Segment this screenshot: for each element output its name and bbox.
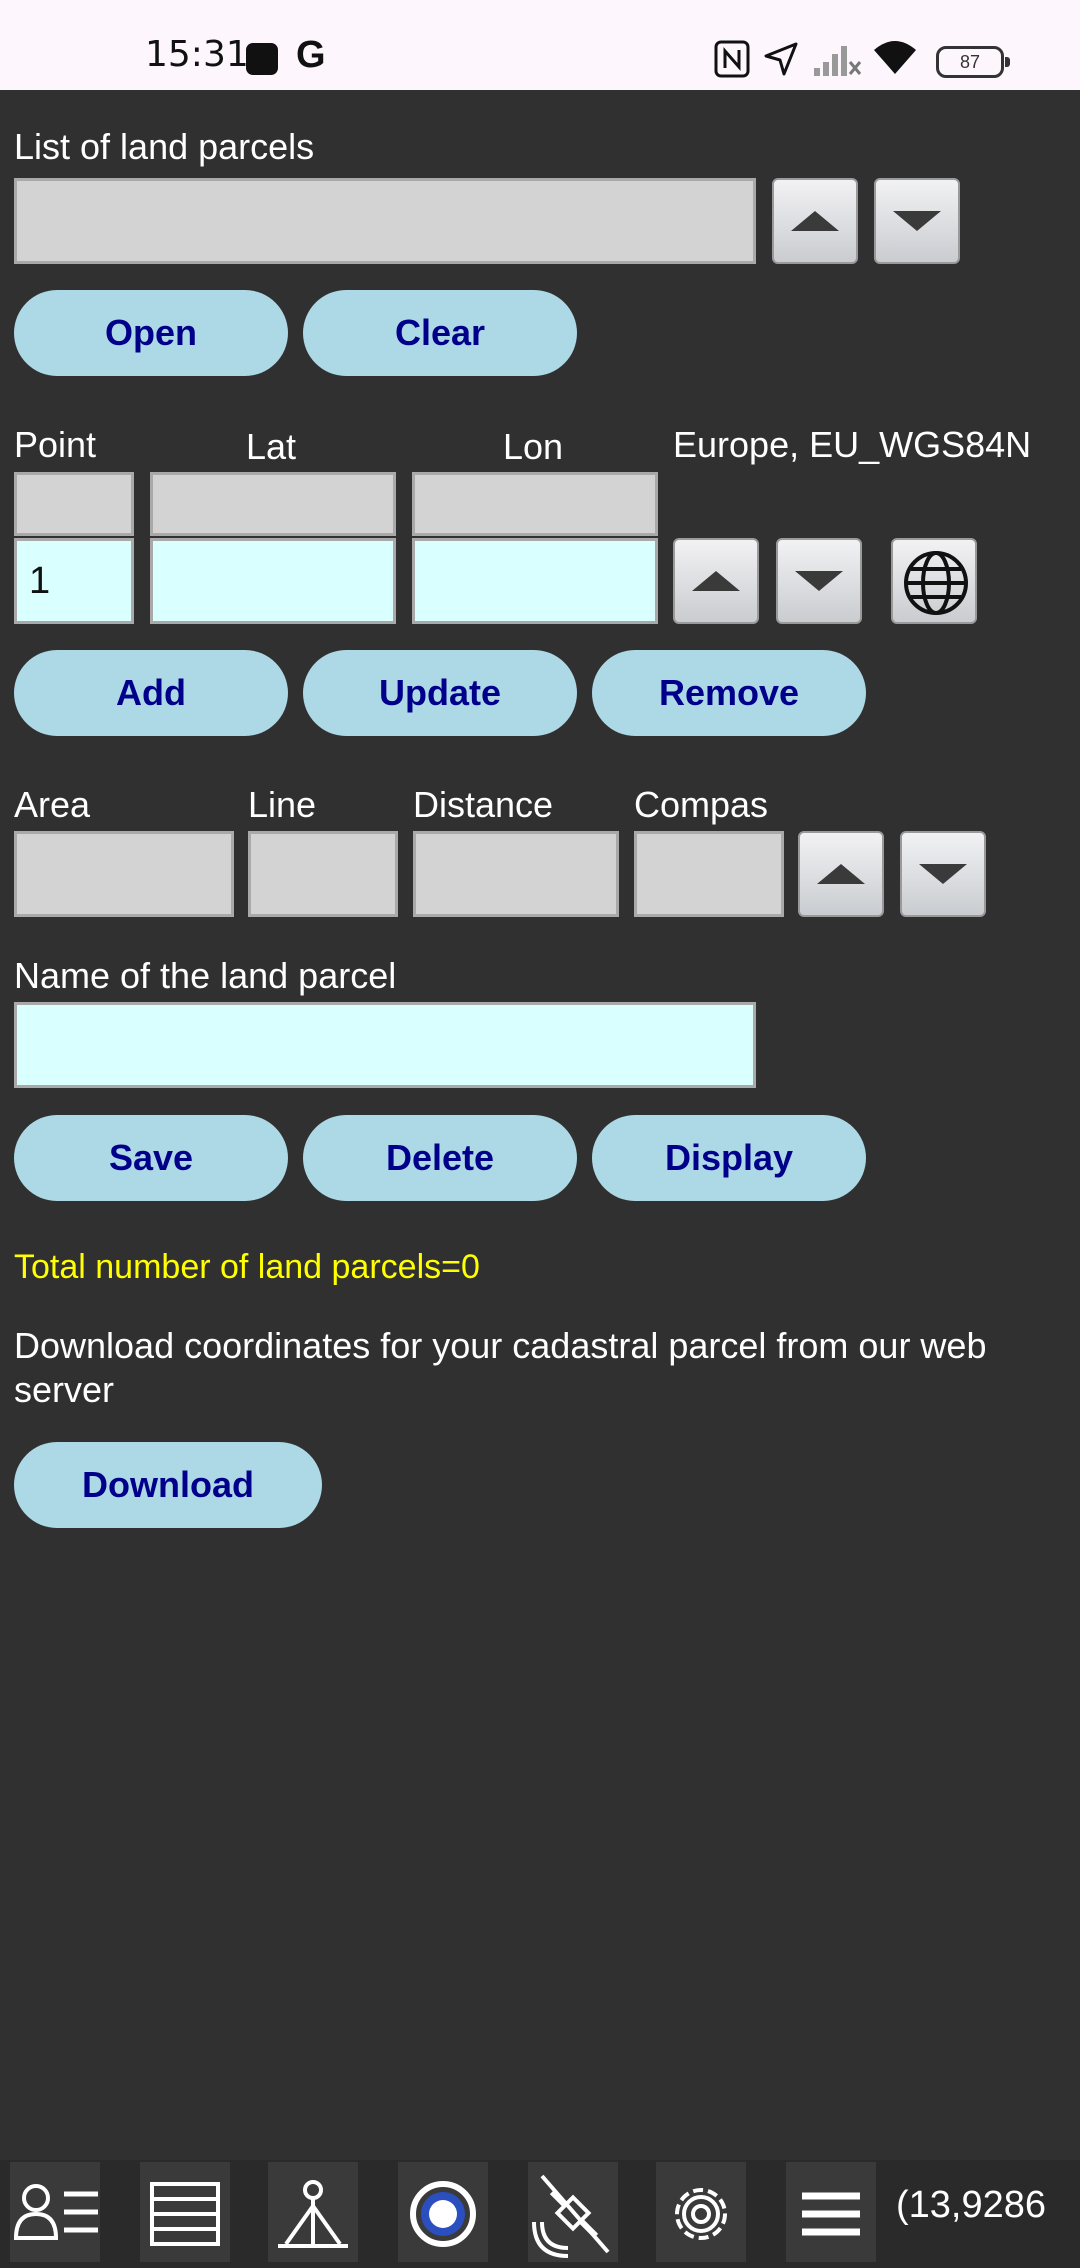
display-button[interactable]: Display	[592, 1115, 866, 1201]
record-icon	[410, 2181, 476, 2247]
satellite-off-icon	[532, 2174, 610, 2258]
nfc-icon	[714, 40, 750, 78]
point-down-button[interactable]	[776, 538, 862, 624]
parcel-list-label: List of land parcels	[14, 126, 315, 167]
status-time: 15:31	[145, 34, 249, 75]
parcel-list-select[interactable]	[14, 178, 756, 264]
google-icon: G	[296, 34, 326, 76]
line-up-button[interactable]	[798, 831, 884, 917]
lat-readonly-field	[150, 472, 396, 536]
point-up-button[interactable]	[673, 538, 759, 624]
record-button[interactable]	[398, 2162, 488, 2262]
arrow-down-icon	[795, 571, 843, 591]
point-input[interactable]: 1	[14, 538, 134, 624]
total-parcels-text: Total number of land parcels=0	[14, 1248, 480, 1286]
arrow-up-icon	[692, 571, 740, 591]
area-field	[14, 831, 234, 917]
point-readonly-field	[14, 472, 134, 536]
save-button[interactable]: Save	[14, 1115, 288, 1201]
open-button[interactable]: Open	[14, 290, 288, 376]
arrow-down-icon	[919, 864, 967, 884]
parcel-down-button[interactable]	[874, 178, 960, 264]
lat-header: Lat	[246, 426, 297, 467]
survey-button[interactable]	[268, 2162, 358, 2262]
wifi-icon	[874, 41, 916, 74]
location-arrow-icon	[764, 42, 798, 76]
lat-input[interactable]	[150, 538, 396, 624]
battery-icon: 87	[936, 46, 1010, 78]
menu-icon	[802, 2192, 860, 2236]
lon-readonly-field	[412, 472, 658, 536]
update-point-button[interactable]: Update	[303, 650, 577, 736]
signal-off-icon	[814, 46, 862, 76]
clear-button[interactable]: Clear	[303, 290, 577, 376]
compas-label: Compas	[634, 784, 769, 825]
menu-button[interactable]	[786, 2162, 876, 2262]
datum-label: Europe, EU_WGS84N	[673, 424, 1032, 465]
area-label: Area	[14, 784, 91, 825]
line-field	[248, 831, 398, 917]
parcel-up-button[interactable]	[772, 178, 858, 264]
settings-icon	[675, 2188, 727, 2240]
distance-field	[413, 831, 619, 917]
add-point-button[interactable]: Add	[14, 650, 288, 736]
arrow-down-icon	[893, 211, 941, 231]
globe-icon	[904, 551, 968, 615]
list-view-button[interactable]	[140, 2162, 230, 2262]
arrow-up-icon	[791, 211, 839, 231]
user-list-icon	[13, 2184, 98, 2240]
user-list-button[interactable]	[10, 2162, 100, 2262]
lon-header: Lon	[503, 426, 564, 467]
parcel-name-input[interactable]	[14, 1002, 756, 1088]
globe-button[interactable]	[891, 538, 977, 624]
delete-button[interactable]: Delete	[303, 1115, 577, 1201]
download-button[interactable]: Download	[14, 1442, 322, 1528]
survey-tripod-icon	[278, 2180, 348, 2248]
satellite-button[interactable]	[528, 2162, 618, 2262]
distance-label: Distance	[413, 784, 554, 825]
line-label: Line	[248, 784, 317, 825]
parcel-name-label: Name of the land parcel	[14, 955, 397, 996]
lon-input[interactable]	[412, 538, 658, 624]
list-view-icon	[150, 2182, 220, 2246]
compas-field	[634, 831, 784, 917]
download-info-text: Download coordinates for your cadastral …	[14, 1325, 987, 1410]
stop-square-icon	[246, 43, 278, 75]
point-header: Point	[14, 424, 97, 465]
line-down-button[interactable]	[900, 831, 986, 917]
arrow-up-icon	[817, 864, 865, 884]
coordinate-readout: (13,9286	[896, 2184, 1047, 2226]
settings-button[interactable]	[656, 2162, 746, 2262]
remove-point-button[interactable]: Remove	[592, 650, 866, 736]
